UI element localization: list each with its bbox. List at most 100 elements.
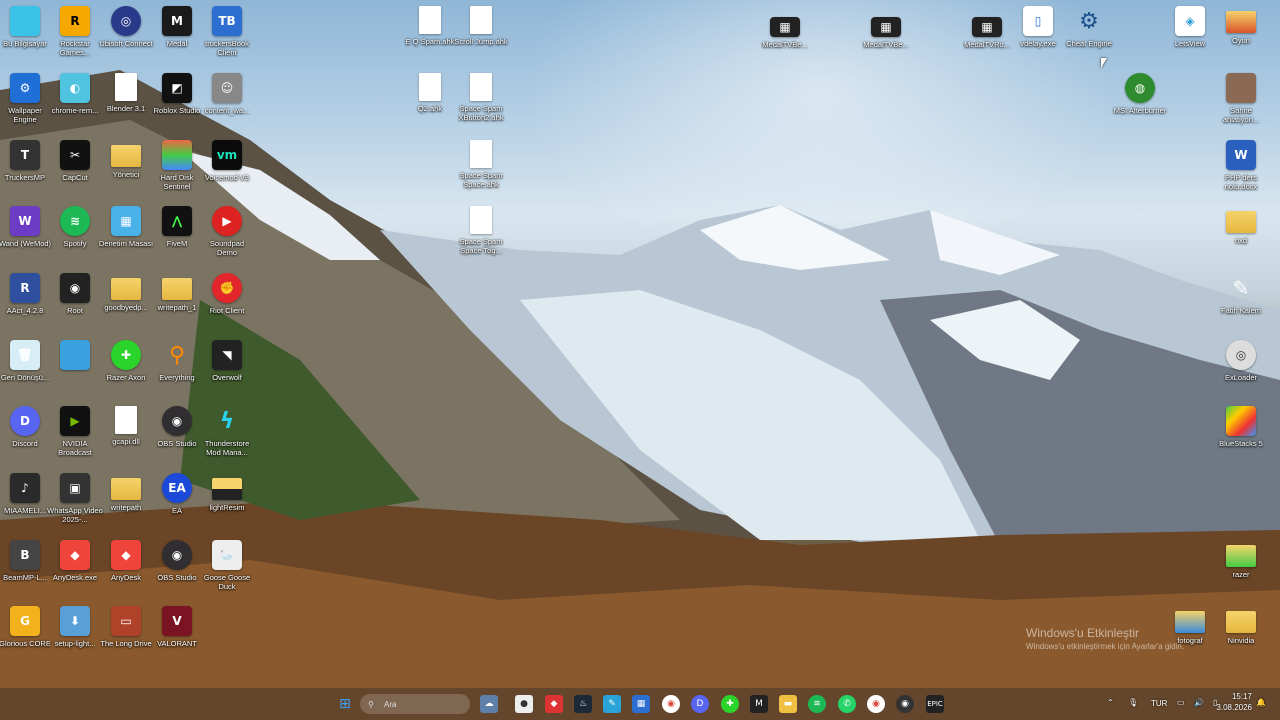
discord-taskbar-icon[interactable]: D	[691, 695, 709, 713]
obs-taskbar-icon[interactable]: ◉	[896, 695, 914, 713]
desktop-icon-writepath-1[interactable]: writepath_1	[152, 273, 202, 335]
desktop-icon-ea[interactable]: EA EA	[152, 473, 202, 535]
desktop-icon-discord[interactable]: D Discord	[0, 406, 50, 468]
desktop-icon-blender[interactable]: Blender 3.1	[101, 73, 151, 135]
desktop-icon-whatsapp-video[interactable]: ▣ WhatsApp Video 2025-...	[47, 473, 103, 535]
desktop-icon-medaltv-3[interactable]: ▦ MedalTVRo...	[962, 12, 1012, 74]
spotify-taskbar-icon[interactable]: ≋	[808, 695, 826, 713]
widgets-icon[interactable]: ☁	[480, 695, 498, 713]
anydesk-taskbar-icon[interactable]: ◆	[545, 695, 563, 713]
desktop-icon-razer-axon[interactable]: ✚ Razer Axon	[101, 340, 151, 402]
desktop-icon-sahne[interactable]: Sahne anlatiyon...	[1216, 73, 1266, 135]
desktop-icon-letsview[interactable]: ◈ LetsView	[1165, 6, 1215, 68]
search-placeholder: Ara	[384, 699, 397, 709]
notification-bell-icon[interactable]: 🔔	[1256, 698, 1266, 707]
desktop-icon-medaltv-2[interactable]: ▦ MedalTVBe...	[861, 12, 911, 74]
desktop-icon-the-long-drive[interactable]: ▭ The Long Drive	[100, 606, 152, 668]
desktop-icon-fatih-kalem[interactable]: ✎ Fatih Kalem	[1216, 273, 1266, 335]
everything-search-icon: ⚲	[168, 342, 186, 368]
volume-icon[interactable]: 🔊	[1194, 698, 1204, 707]
desktop-icon-spotify[interactable]: ≋ Spotify	[50, 206, 100, 268]
start-windows-icon[interactable]: ⊞	[336, 695, 354, 713]
steam-icon[interactable]: ♨	[574, 695, 592, 713]
desktop-icon-yonetici[interactable]: Yönetici	[101, 140, 151, 202]
desktop-icon-riot-client[interactable]: ✊ Riot Client	[202, 273, 252, 335]
pen-app-icon[interactable]: ✎	[603, 695, 621, 713]
desktop-icon-space-spam-space[interactable]: Space Spam Space.ahk	[456, 140, 506, 202]
desktop-icon-space-spam-xbutton2[interactable]: Space Spam XButton2.ahk	[456, 73, 506, 135]
desktop-icon-ninvidia[interactable]: Ninvidia	[1216, 606, 1266, 668]
desktop-icon-roblox-studio[interactable]: ◩ Roblox Studio	[152, 73, 202, 135]
mouse-app-icon[interactable]: ●	[515, 695, 533, 713]
desktop-icon-truckersmp[interactable]: T TruckersMP	[0, 140, 50, 202]
desktop-icon-medal[interactable]: M Medal	[152, 6, 202, 68]
desktop-icon-recycle-bin[interactable]: 🗑 Geri Dönüşü...	[0, 340, 50, 402]
desktop-icon-hard-disk-sentinel[interactable]: Hard Disk Sentinel	[152, 140, 202, 202]
desktop-icon-control-panel[interactable]: ▦ Denetim Masası	[99, 206, 153, 268]
chrome-profile-icon[interactable]: ◉	[867, 695, 885, 713]
desktop-icon-medaltv-1[interactable]: ▦ MedalTVBe...	[760, 12, 810, 74]
razer-taskbar-icon[interactable]: ✚	[721, 695, 739, 713]
desktop-icon-lightresim[interactable]: lightResim	[202, 473, 252, 535]
desktop-icon-aact[interactable]: R AAct_4.2.8	[0, 273, 50, 335]
desktop-icon-obs-studio-2[interactable]: ◉ OBS Studio	[152, 540, 202, 602]
desktop-icon-space-spam-toggle[interactable]: Space Spam Space Tog...	[456, 206, 506, 268]
desktop-icon-soundpad[interactable]: ▶ Soundpad Demo	[202, 206, 252, 268]
desktop-icon-content-wa[interactable]: ☺ content_wa...	[202, 73, 252, 135]
desktop-icon-q2[interactable]: Q2.ahk	[405, 73, 455, 135]
desktop-icon-goodbyedpi[interactable]: goodbyedp...	[101, 273, 151, 335]
desktop-icon-glorious-core[interactable]: G Glorious CORE	[0, 606, 51, 668]
desktop-icon-rockstar[interactable]: R Rockstar Games...	[50, 6, 100, 68]
whatsapp-icon[interactable]: ✆	[838, 695, 856, 713]
desktop-icon-razer-folder[interactable]: razer	[1216, 540, 1266, 602]
desktop-icon-beammp[interactable]: B BeamMP-L...	[0, 540, 50, 602]
desktop-icon-vdelay[interactable]: ▯ vdelay.exe	[1013, 6, 1063, 68]
clock-date[interactable]: 3.08.2026	[1212, 703, 1252, 712]
desktop-icon-overwolf[interactable]: ◥ Overwolf	[202, 340, 252, 402]
taskbar-search-box[interactable]: ⚲ Ara	[360, 694, 470, 714]
medal-taskbar-icon[interactable]: M	[750, 695, 768, 713]
desktop-icon-thunderstore[interactable]: ϟ Thunderstore Mod Mana...	[202, 406, 252, 468]
language-indicator[interactable]: TUR	[1151, 699, 1167, 708]
desktop-icon-valorant[interactable]: V VALORANT	[152, 606, 202, 668]
desktop-icon-capcut[interactable]: ✂ CapCut	[50, 140, 100, 202]
desktop-icon-nxd[interactable]: nxd	[1216, 206, 1266, 268]
desktop-icon-php-ders-notu[interactable]: W PHP ders notu.docx	[1216, 140, 1266, 202]
desktop-icon-ubisoft-connect[interactable]: ◎ Ubisoft Connect	[99, 6, 153, 68]
desktop-icon-obs-studio[interactable]: ◉ OBS Studio	[152, 406, 202, 468]
file-explorer-icon[interactable]: ▬	[779, 695, 797, 713]
desktop-icon-voicemod[interactable]: vm Voicemod V3	[202, 140, 252, 202]
desktop-icon-anydesk-exe[interactable]: ◆ AnyDesk.exe	[50, 540, 100, 602]
desktop-icon-scroll-jump[interactable]: Scroll Jump.ahk	[454, 6, 508, 68]
desktop-icon-msi-afterburner[interactable]: ◍ MSI Afterburner	[1114, 73, 1166, 135]
desktop-icon-miaameli[interactable]: ♪ MIAAMELI...	[0, 473, 50, 535]
microphone-icon[interactable]: 🎙	[1128, 698, 1138, 707]
desktop-icon-root[interactable]: ◉ Root	[50, 273, 100, 335]
desktop-icon-everything[interactable]: ⚲ Everything	[152, 340, 202, 402]
desktop-icon-oyun[interactable]: Oyun	[1216, 6, 1266, 68]
desktop-icon-this-pc[interactable]: Bu Bilgisayar	[0, 6, 50, 68]
clock-time[interactable]: 15:17	[1222, 692, 1252, 701]
calculator-icon[interactable]: ▦	[632, 695, 650, 713]
desktop-icon-wallpaper-engine[interactable]: ⚙ Wallpaper Engine	[0, 73, 50, 135]
desktop-icon-fivem[interactable]: ⋀ FiveM	[152, 206, 202, 268]
desktop-icon-image[interactable]	[50, 340, 100, 402]
chevron-up-icon[interactable]: ⌃	[1107, 698, 1114, 707]
search-icon: ⚲	[368, 699, 374, 709]
desktop-icon-nvidia-broadcast[interactable]: ▶ NVIDIA Broadcast	[50, 406, 100, 468]
desktop-icon-wand[interactable]: W Wand (WeMod)	[0, 206, 51, 268]
epic-games-icon[interactable]: EPIC	[926, 695, 944, 713]
desktop-icon-gcapi[interactable]: gcapi.dll	[101, 406, 151, 468]
desktop-icon-writepath[interactable]: writepath	[101, 473, 151, 535]
desktop-icon-goose-goose-duck[interactable]: 🦢 Goose Goose Duck	[202, 540, 252, 602]
desktop-icon-exloader[interactable]: ◎ ExLoader	[1216, 340, 1266, 402]
desktop-icon-chrome-remote[interactable]: ◐ chrome-rem...	[50, 73, 100, 135]
desktop-icon-eq-spam[interactable]: E Q Spam.ahk	[405, 6, 455, 68]
desktop-icon-bluestacks[interactable]: BlueStacks 5	[1216, 406, 1266, 468]
desktop-icon-truckersbook[interactable]: TB truckersBook Client	[202, 6, 252, 68]
riot-icon: ✊	[212, 273, 242, 303]
desktop-icon-setup-light[interactable]: ⬇ setup-light...	[50, 606, 100, 668]
desktop-icon-anydesk[interactable]: ◆ AnyDesk	[101, 540, 151, 602]
chrome-icon[interactable]: ◉	[662, 695, 680, 713]
network-icon[interactable]: ▭	[1177, 698, 1185, 707]
